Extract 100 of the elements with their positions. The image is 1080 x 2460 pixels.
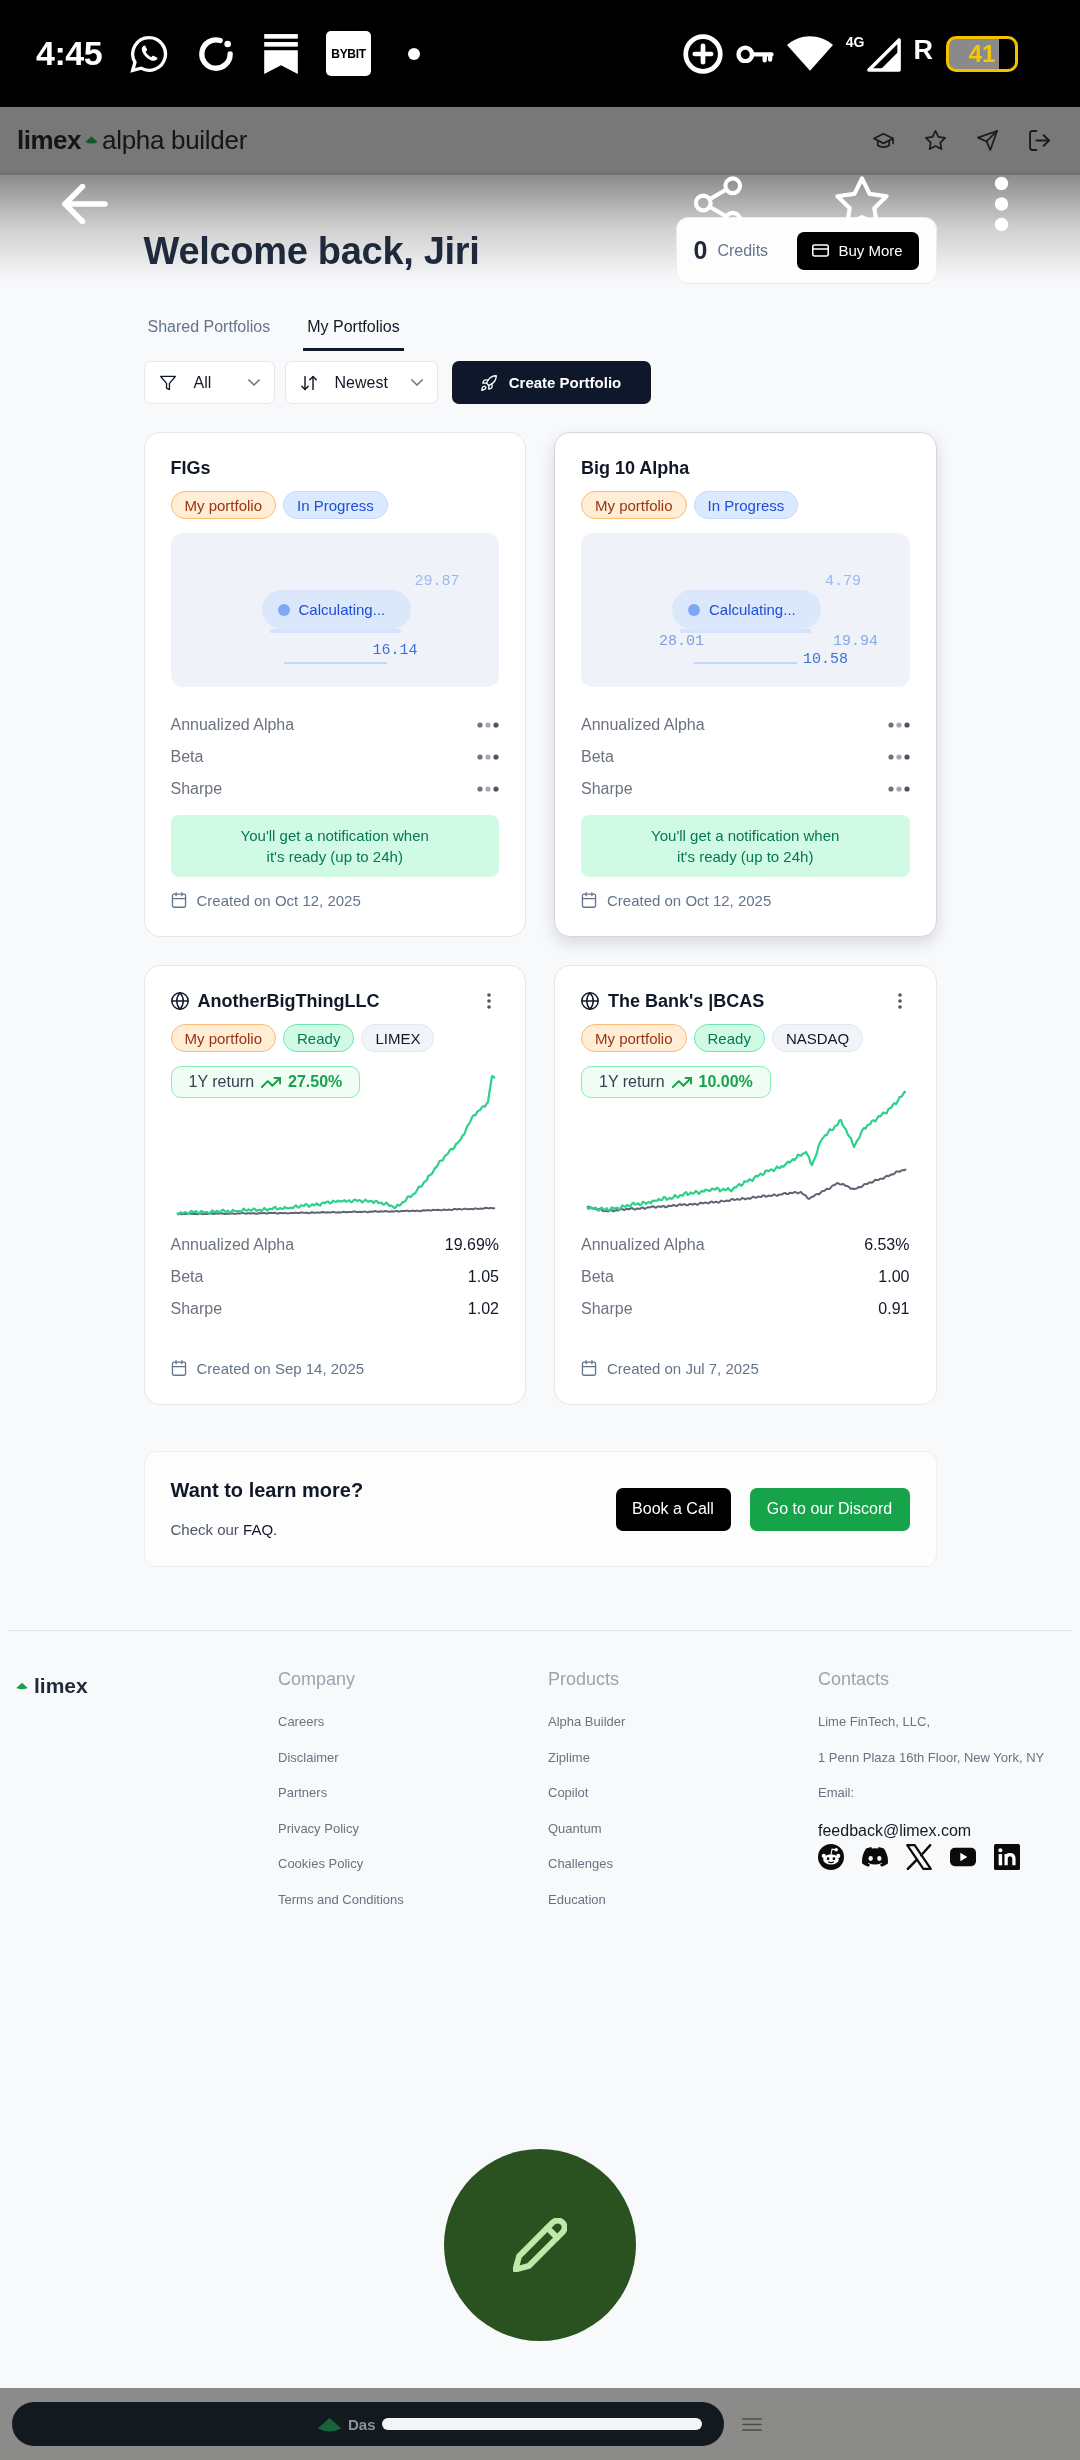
reddit-icon[interactable] bbox=[818, 1844, 844, 1870]
trend-up-icon bbox=[261, 1076, 282, 1088]
faq-text: Check our FAQ. bbox=[170, 1520, 279, 1540]
chevron-down-icon bbox=[410, 379, 423, 386]
learn-more-title: Want to learn more? bbox=[170, 1478, 364, 1502]
footer-link[interactable]: Ziplime bbox=[548, 1747, 590, 1768]
metric-label: Beta bbox=[170, 1268, 204, 1286]
sort-dropdown[interactable]: Newest bbox=[284, 361, 438, 404]
book-call-button[interactable]: Book a Call bbox=[615, 1487, 731, 1531]
contact-line: 1 Penn Plaza 16th Floor, New York, NY bbox=[818, 1748, 1045, 1767]
card-title: Big 10 Alpha bbox=[581, 457, 691, 480]
loading-dots-icon bbox=[477, 754, 499, 760]
product-name: alpha builder bbox=[102, 124, 247, 156]
return-value: 27.50% bbox=[288, 1073, 343, 1091]
discord-icon[interactable] bbox=[862, 1844, 888, 1870]
metric-label: Beta bbox=[581, 1268, 614, 1286]
credits-count: 0 bbox=[693, 236, 708, 265]
globe-icon bbox=[581, 992, 599, 1010]
metric-value: 6.53% bbox=[864, 1236, 910, 1254]
metric-label: Sharpe bbox=[581, 780, 633, 798]
card-title: AnotherBigThingLLC bbox=[197, 990, 380, 1013]
wifi-icon bbox=[786, 36, 833, 71]
footer-link[interactable]: Disclaimer bbox=[278, 1747, 339, 1768]
welcome-heading: Welcome back, Jiri bbox=[143, 228, 480, 273]
footer-link[interactable]: Partners bbox=[278, 1783, 328, 1803]
notification-notice: You'll get a notification when it's ready (up to 24h) bbox=[170, 815, 499, 877]
footer-link[interactable]: Quantum bbox=[548, 1818, 602, 1839]
x-logo-icon[interactable] bbox=[906, 1844, 932, 1870]
linkedin-icon[interactable] bbox=[994, 1844, 1020, 1870]
chevron-down-icon bbox=[247, 379, 260, 386]
return-label: 1Y return bbox=[599, 1073, 665, 1091]
footer-link[interactable]: Privacy Policy bbox=[278, 1818, 359, 1839]
owner-tag: My portfolio bbox=[581, 491, 687, 519]
card-title: FIGs bbox=[170, 457, 212, 480]
signal-icon bbox=[866, 37, 901, 72]
created-date: Created on Oct 12, 2025 bbox=[607, 891, 772, 909]
ticker-value: 16.14 bbox=[372, 642, 418, 660]
status-tag: Ready bbox=[283, 1024, 355, 1052]
send-icon[interactable] bbox=[977, 129, 998, 151]
owner-tag: My portfolio bbox=[170, 491, 277, 519]
pencil-icon bbox=[513, 2218, 567, 2272]
network-type: 4G bbox=[845, 33, 865, 50]
return-label: 1Y return bbox=[188, 1073, 255, 1091]
ticker-value: 10.58 bbox=[803, 651, 848, 669]
calendar-icon bbox=[581, 1360, 597, 1376]
chat-bubble-icon bbox=[129, 33, 170, 74]
more-icon[interactable] bbox=[487, 993, 491, 1009]
more-icon[interactable] bbox=[994, 176, 1009, 232]
filter-dropdown[interactable]: All bbox=[143, 361, 275, 404]
footer-heading: Products bbox=[548, 1668, 620, 1690]
pulse-dot-icon bbox=[277, 603, 290, 616]
card-title: The Bank's |BCAS bbox=[608, 990, 765, 1013]
market-tag: NASDAQ bbox=[771, 1024, 864, 1052]
more-icon[interactable] bbox=[897, 993, 902, 1009]
ticker-value: 28.01 bbox=[659, 633, 704, 651]
pulse-dot-icon bbox=[688, 603, 700, 616]
loading-dots-icon bbox=[477, 786, 499, 792]
globe-icon bbox=[170, 992, 189, 1010]
created-date: Created on Jul 7, 2025 bbox=[607, 1359, 759, 1377]
status-tag: In Progress bbox=[693, 491, 799, 519]
footer-link[interactable]: Copilot bbox=[548, 1783, 589, 1803]
owner-tag: My portfolio bbox=[170, 1024, 277, 1052]
footer-link[interactable]: Terms and Conditions bbox=[278, 1889, 404, 1910]
loading-dots-icon bbox=[887, 786, 910, 792]
discord-button[interactable]: Go to our Discord bbox=[749, 1487, 910, 1531]
ticker-value: 4.79 bbox=[825, 573, 861, 591]
gesture-handle[interactable] bbox=[382, 2418, 702, 2430]
metric-label: Sharpe bbox=[581, 1300, 633, 1318]
metric-label: Beta bbox=[170, 748, 204, 766]
footer-link[interactable]: Careers bbox=[278, 1712, 325, 1732]
credits-label: Credits bbox=[717, 241, 769, 260]
rocket-icon bbox=[480, 374, 497, 391]
dot-icon bbox=[408, 47, 421, 60]
star-icon[interactable] bbox=[925, 129, 946, 151]
loading-dots-icon bbox=[477, 722, 499, 728]
buy-more-button[interactable]: Buy More bbox=[796, 231, 919, 270]
tab[interactable]: My Portfolios bbox=[303, 305, 404, 351]
logout-icon[interactable] bbox=[1029, 129, 1050, 151]
metric-label: Annualized Alpha bbox=[581, 716, 705, 734]
metric-label: Annualized Alpha bbox=[170, 1236, 295, 1254]
owner-tag: My portfolio bbox=[581, 1024, 687, 1052]
footer-link[interactable]: Challenges bbox=[548, 1854, 614, 1874]
sort-arrows-icon bbox=[300, 374, 317, 391]
metric-label: Sharpe bbox=[170, 1300, 223, 1318]
metric-label: Annualized Alpha bbox=[170, 716, 295, 734]
metric-value: 1.05 bbox=[467, 1268, 499, 1286]
metric-value: 19.69% bbox=[444, 1236, 499, 1254]
email-link[interactable]: feedback@limex.com bbox=[818, 1821, 972, 1841]
footer-link[interactable]: Education bbox=[548, 1889, 606, 1910]
metric-value: 0.91 bbox=[878, 1300, 910, 1318]
notification-notice: You'll get a notification when it's ready (up to 24h) bbox=[581, 815, 910, 877]
faq-link[interactable]: FAQ. bbox=[243, 1521, 278, 1538]
footer-link[interactable]: Alpha Builder bbox=[548, 1712, 626, 1732]
create-portfolio-button[interactable]: Create Portfolio bbox=[451, 361, 651, 404]
app-tile: BYBIT bbox=[326, 31, 372, 76]
contact-line: Email: bbox=[818, 1784, 855, 1802]
menu-icon[interactable] bbox=[742, 2417, 762, 2431]
tab[interactable]: Shared Portfolios bbox=[143, 305, 275, 351]
footer-link[interactable]: Cookies Policy bbox=[278, 1854, 364, 1874]
metric-value: 1.02 bbox=[467, 1300, 499, 1318]
